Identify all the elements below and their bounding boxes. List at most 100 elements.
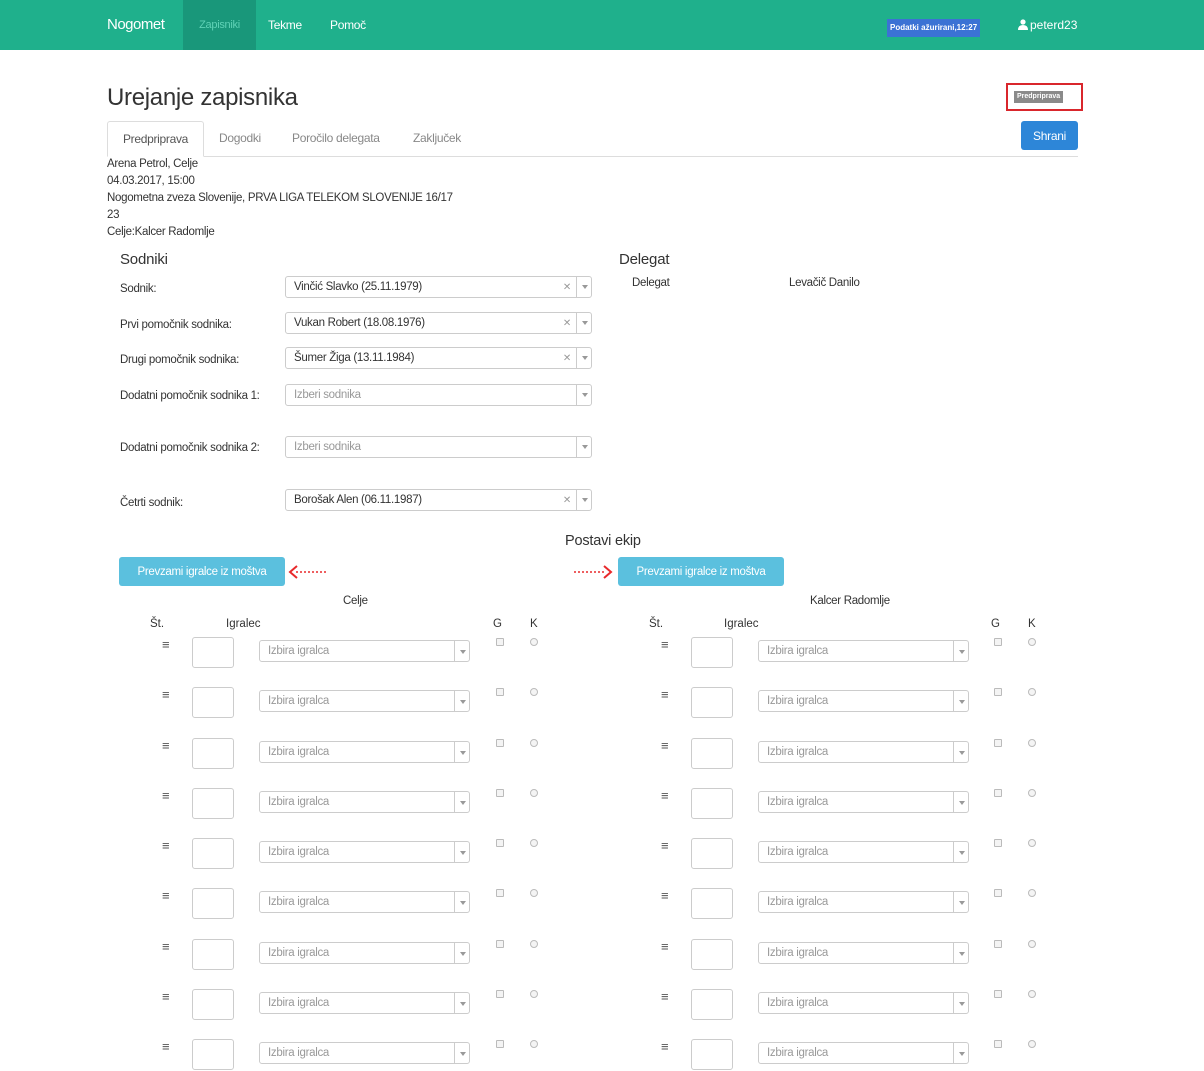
chevron-down-icon[interactable] [953, 691, 968, 711]
referee-select[interactable]: Vinčić Slavko (25.11.1979) ✕ [285, 276, 592, 298]
away-lineup-row: ≡ Izbira igralca [0, 738, 1204, 770]
save-button[interactable]: Shrani [1021, 121, 1078, 150]
captain-radio[interactable] [1028, 839, 1036, 847]
navbar: Nogomet Zapisniki Tekme Pomoč Podatki až… [0, 0, 1204, 50]
captain-radio[interactable] [1028, 688, 1036, 696]
jersey-number-input[interactable] [691, 788, 733, 819]
drag-handle-icon[interactable]: ≡ [661, 738, 669, 753]
player-select[interactable]: Izbira igralca [758, 1042, 969, 1064]
tabs: Predpriprava Dogodki Poročilo delegata Z… [107, 121, 1078, 157]
jersey-number-input[interactable] [691, 637, 733, 668]
jersey-number-input[interactable] [691, 989, 733, 1020]
fourth-official-value: Borošak Alen (06.11.1987) [294, 494, 422, 506]
status-badge: Podatki ažurirani,12:27 [887, 19, 981, 37]
clear-icon[interactable]: ✕ [563, 490, 571, 512]
captain-radio[interactable] [1028, 990, 1036, 998]
home-col-player: Igralec [226, 618, 261, 630]
goalkeeper-checkbox[interactable] [994, 839, 1002, 847]
drag-handle-icon[interactable]: ≡ [661, 888, 669, 903]
nav-item-pomoc[interactable]: Pomoč [330, 0, 366, 50]
first-assistant-select[interactable]: Vukan Robert (18.08.1976) ✕ [285, 312, 592, 334]
captain-radio[interactable] [1028, 739, 1036, 747]
player-select[interactable]: Izbira igralca [758, 741, 969, 763]
home-take-players-button[interactable]: Prevzami igralce iz moštva [119, 557, 285, 586]
clear-icon[interactable]: ✕ [563, 348, 571, 370]
chevron-down-icon[interactable] [576, 437, 591, 457]
jersey-number-input[interactable] [691, 687, 733, 718]
additional-assistant-1-placeholder: Izberi sodnika [294, 389, 361, 401]
drag-handle-icon[interactable]: ≡ [661, 1039, 669, 1054]
drag-handle-icon[interactable]: ≡ [661, 788, 669, 803]
second-assistant-value: Šumer Žiga (13.11.1984) [294, 352, 415, 364]
captain-radio[interactable] [1028, 889, 1036, 897]
tab-predpriprava[interactable]: Predpriprava [107, 121, 204, 157]
player-select[interactable]: Izbira igralca [758, 841, 969, 863]
chevron-down-icon[interactable] [576, 348, 591, 368]
jersey-number-input[interactable] [691, 838, 733, 869]
jersey-number-input[interactable] [691, 939, 733, 970]
jersey-number-input[interactable] [691, 1039, 733, 1070]
chevron-down-icon[interactable] [953, 792, 968, 812]
additional-assistant-2-select[interactable]: Izberi sodnika [285, 436, 592, 458]
goalkeeper-checkbox[interactable] [994, 739, 1002, 747]
goalkeeper-checkbox[interactable] [994, 990, 1002, 998]
goalkeeper-checkbox[interactable] [994, 638, 1002, 646]
nav-item-tekme[interactable]: Tekme [268, 0, 302, 50]
drag-handle-icon[interactable]: ≡ [661, 687, 669, 702]
clear-icon[interactable]: ✕ [563, 277, 571, 299]
additional-assistant-1-select[interactable]: Izberi sodnika [285, 384, 592, 406]
player-select[interactable]: Izbira igralca [758, 791, 969, 813]
player-select-placeholder: Izbira igralca [767, 846, 828, 858]
tab-zakljucek[interactable]: Zaključek [413, 121, 461, 157]
first-assistant-label: Prvi pomočnik sodnika: [120, 319, 232, 331]
goalkeeper-checkbox[interactable] [994, 1040, 1002, 1048]
chevron-down-icon[interactable] [576, 313, 591, 333]
referee-label: Sodnik: [120, 283, 157, 295]
chevron-down-icon[interactable] [953, 943, 968, 963]
second-assistant-select[interactable]: Šumer Žiga (13.11.1984) ✕ [285, 347, 592, 369]
match-datetime: 04.03.2017, 15:00 [107, 175, 195, 187]
goalkeeper-checkbox[interactable] [994, 789, 1002, 797]
player-select[interactable]: Izbira igralca [758, 690, 969, 712]
goalkeeper-checkbox[interactable] [994, 688, 1002, 696]
chevron-down-icon[interactable] [576, 385, 591, 405]
chevron-down-icon[interactable] [576, 490, 591, 510]
drag-handle-icon[interactable]: ≡ [661, 838, 669, 853]
drag-handle-icon[interactable]: ≡ [661, 637, 669, 652]
chevron-down-icon[interactable] [953, 993, 968, 1013]
chevron-down-icon[interactable] [953, 1043, 968, 1063]
captain-radio[interactable] [1028, 940, 1036, 948]
chevron-down-icon[interactable] [576, 277, 591, 297]
user-menu[interactable]: peterd23 [1018, 0, 1077, 50]
clear-icon[interactable]: ✕ [563, 313, 571, 335]
jersey-number-input[interactable] [691, 738, 733, 769]
player-select[interactable]: Izbira igralca [758, 891, 969, 913]
player-select[interactable]: Izbira igralca [758, 992, 969, 1014]
chevron-down-icon[interactable] [953, 842, 968, 862]
second-assistant-label: Drugi pomočnik sodnika: [120, 354, 240, 366]
player-select[interactable]: Izbira igralca [758, 640, 969, 662]
chevron-down-icon[interactable] [953, 641, 968, 661]
player-select-placeholder: Izbira igralca [767, 997, 828, 1009]
away-lineup-row: ≡ Izbira igralca [0, 1039, 1204, 1071]
tab-dogodki[interactable]: Dogodki [219, 121, 261, 157]
match-round: 23 [107, 209, 120, 221]
captain-radio[interactable] [1028, 789, 1036, 797]
player-select-placeholder: Izbira igralca [767, 1047, 828, 1059]
fourth-official-select[interactable]: Borošak Alen (06.11.1987) ✕ [285, 489, 592, 511]
goalkeeper-checkbox[interactable] [994, 889, 1002, 897]
player-select[interactable]: Izbira igralca [758, 942, 969, 964]
goalkeeper-checkbox[interactable] [994, 940, 1002, 948]
player-select-placeholder: Izbira igralca [767, 645, 828, 657]
captain-radio[interactable] [1028, 638, 1036, 646]
away-take-players-button[interactable]: Prevzami igralce iz moštva [618, 557, 784, 586]
jersey-number-input[interactable] [691, 888, 733, 919]
chevron-down-icon[interactable] [953, 742, 968, 762]
chevron-down-icon[interactable] [953, 892, 968, 912]
drag-handle-icon[interactable]: ≡ [661, 989, 669, 1004]
tab-porocilo-delegata[interactable]: Poročilo delegata [292, 121, 380, 157]
brand[interactable]: Nogomet [107, 0, 165, 50]
drag-handle-icon[interactable]: ≡ [661, 939, 669, 954]
captain-radio[interactable] [1028, 1040, 1036, 1048]
nav-item-zapisniki[interactable]: Zapisniki [183, 0, 256, 50]
